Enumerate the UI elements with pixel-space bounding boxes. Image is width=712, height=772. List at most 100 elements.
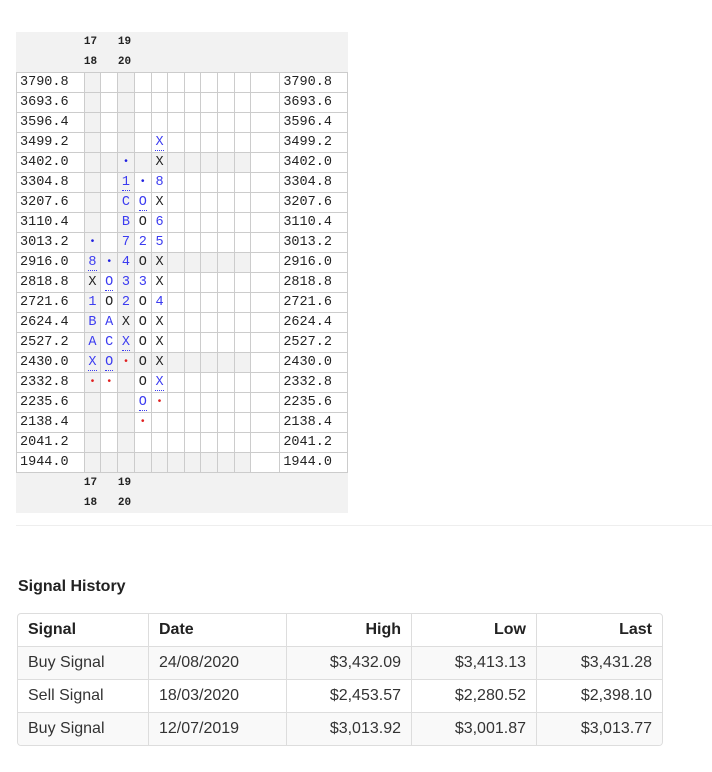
grid-cell: 8 — [83, 252, 102, 273]
grid-cell — [233, 372, 252, 393]
pf-mark: X — [88, 274, 97, 290]
price-label-right: 1944.0 — [279, 452, 348, 473]
price-label-left: 2721.6 — [16, 292, 85, 313]
grid-cell-spacer — [250, 212, 281, 233]
grid-cell — [133, 132, 152, 153]
pf-mark: 2 — [121, 294, 131, 310]
grid-cell — [167, 232, 185, 253]
grid-row: 3304.8 1 • 8 3304.8 — [16, 172, 348, 193]
grid-cell — [217, 232, 235, 253]
grid-cell-spacer — [250, 132, 281, 153]
price-label-left: 3790.8 — [16, 72, 85, 93]
grid-cell: O — [133, 312, 152, 333]
grid-cell — [117, 72, 135, 93]
price-label-right: 2721.6 — [279, 292, 348, 313]
grid-row: 2332.8 • • O X 2332.8 — [16, 372, 348, 393]
grid-cell-spacer — [250, 352, 281, 373]
grid-cell: • — [100, 252, 119, 273]
grid-cell: X — [150, 332, 169, 353]
grid-cell — [200, 452, 219, 473]
grid-cell: • — [83, 372, 102, 393]
grid-cell: O — [100, 272, 119, 293]
grid-cell — [200, 372, 219, 393]
grid-cell-spacer — [250, 312, 281, 333]
price-label-right: 3693.6 — [279, 92, 348, 113]
grid-cell — [167, 72, 185, 93]
grid-cell-spacer — [250, 412, 281, 433]
grid-cell — [183, 432, 202, 453]
col-header-signal: Signal — [18, 614, 149, 647]
grid-cell — [100, 192, 119, 213]
grid-cell — [167, 312, 185, 333]
year-label: 18 — [83, 56, 98, 68]
grid-cell: O — [133, 212, 152, 233]
price-label-left: 3013.2 — [16, 232, 85, 253]
table-cell: Sell Signal — [18, 679, 149, 713]
grid-cell — [150, 72, 169, 93]
grid-cell — [183, 452, 202, 473]
grid-cell-spacer — [250, 332, 281, 353]
col-header-date: Date — [148, 614, 287, 647]
grid-cell — [117, 432, 135, 453]
grid-cell: O — [133, 332, 152, 353]
pf-mark: X — [155, 134, 164, 151]
grid-row: 2430.0 X O • O X 2430.0 — [16, 352, 348, 373]
grid-cell — [200, 272, 219, 293]
signal-history-table: Signal Date High Low Last Buy Signal 24/0… — [17, 613, 663, 746]
reversal-dot: • — [106, 257, 113, 268]
price-label-left: 2235.6 — [16, 392, 85, 413]
grid-cell: O — [133, 292, 152, 313]
grid-cell — [167, 352, 185, 373]
grid-cell: X — [150, 192, 169, 213]
grid-cell — [183, 112, 202, 133]
grid-cell: C — [100, 332, 119, 353]
grid-cell — [83, 192, 102, 213]
grid-cell — [200, 152, 219, 173]
grid-cell — [83, 112, 102, 133]
grid-cell — [233, 152, 252, 173]
grid-cell-spacer — [250, 152, 281, 173]
price-label-left: 2041.2 — [16, 432, 85, 453]
price-label-right: 3499.2 — [279, 132, 348, 153]
grid-cell: A — [100, 312, 119, 333]
grid-cell: O — [133, 372, 152, 393]
year-header-top: 17 19 — [16, 32, 348, 52]
pf-mark: C — [105, 334, 114, 350]
grid-cell: X — [150, 372, 169, 393]
grid-cell — [200, 412, 219, 433]
reversal-dot: • — [89, 377, 96, 388]
grid-cell: O — [100, 352, 119, 373]
year-footer-bottom: 18 20 — [16, 493, 348, 513]
grid-cell — [183, 72, 202, 93]
grid-cell: B — [117, 212, 135, 233]
grid-cell — [233, 192, 252, 213]
col-header-last: Last — [536, 614, 662, 647]
pf-mark: X — [155, 274, 164, 290]
divider — [16, 525, 712, 526]
pf-mark: O — [138, 354, 147, 370]
price-label-left: 2916.0 — [16, 252, 85, 273]
price-label-left: 2332.8 — [16, 372, 85, 393]
grid-cell — [217, 132, 235, 153]
grid-cell — [100, 112, 119, 133]
price-label-right: 2916.0 — [279, 252, 348, 273]
reversal-dot: • — [106, 377, 113, 388]
grid-cell — [233, 72, 252, 93]
grid-cell — [150, 112, 169, 133]
grid-cell: • — [83, 232, 102, 253]
grid-cell — [167, 92, 185, 113]
grid-cell: X — [150, 132, 169, 153]
year-label: 17 — [83, 36, 98, 48]
grid-cell — [233, 112, 252, 133]
pf-mark: X — [155, 154, 164, 170]
grid-cell — [83, 452, 102, 473]
grid-row: 2818.8 X O 3 3 X 2818.8 — [16, 272, 348, 293]
grid-cell: X — [150, 312, 169, 333]
grid-cell: 2 — [133, 232, 152, 253]
grid-cell — [183, 172, 202, 193]
grid-cell — [233, 272, 252, 293]
pf-mark: A — [88, 334, 97, 350]
year-label: 17 — [83, 477, 98, 489]
grid-cell — [233, 292, 252, 313]
price-label-left: 3110.4 — [16, 212, 85, 233]
